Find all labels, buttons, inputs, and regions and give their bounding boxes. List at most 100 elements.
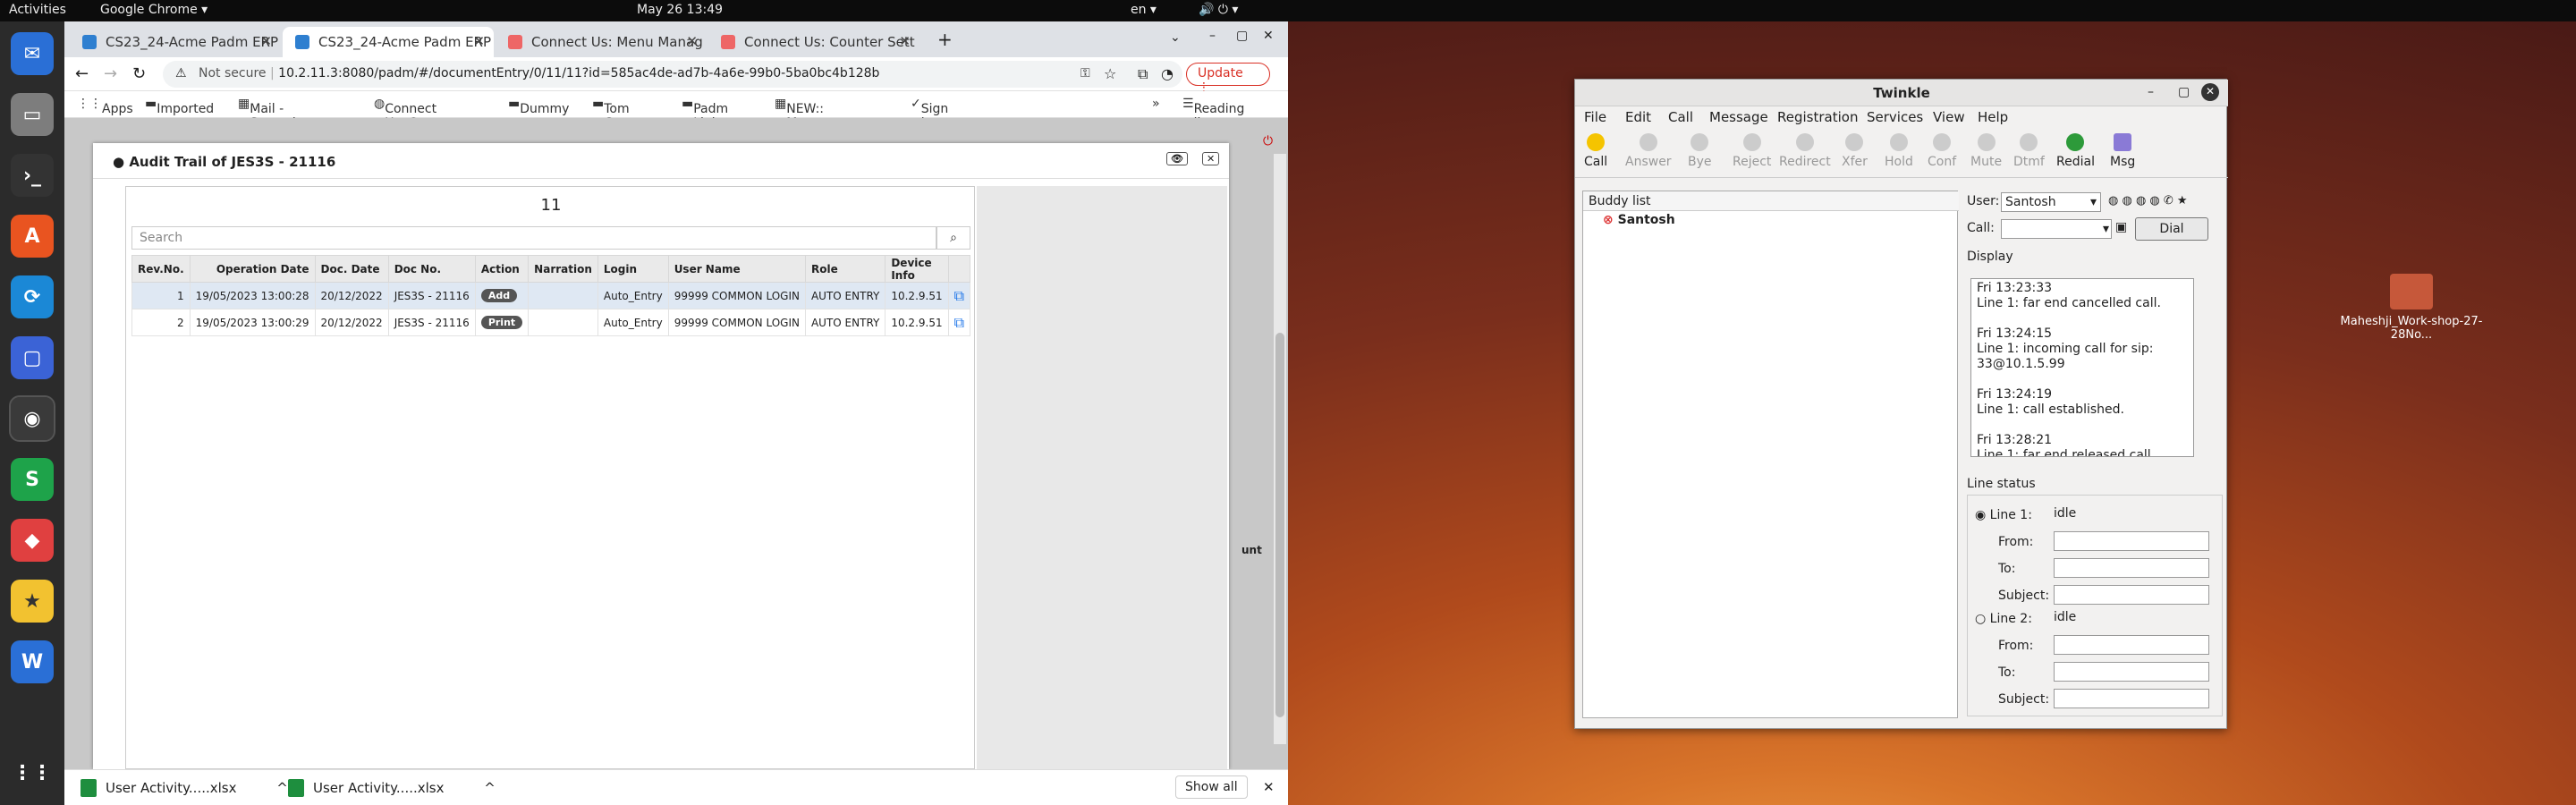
bookmark-dummy[interactable]: ▬ Dummy (508, 97, 569, 116)
line1-subject-field[interactable] (2054, 585, 2209, 605)
profile-icon[interactable]: ◔ (1161, 65, 1174, 82)
extensions-icon[interactable]: ⧉ (1138, 65, 1148, 83)
menu-help[interactable]: Help (1978, 109, 2008, 125)
column-header[interactable]: User Name (667, 255, 806, 283)
scrollbar[interactable] (1274, 154, 1286, 744)
star-app-icon[interactable]: ★ (11, 580, 54, 623)
dtmf-button[interactable]: Dtmf (2013, 130, 2045, 169)
desktop-folder[interactable]: Maheshji_Work-shop-27-28No... (2340, 274, 2483, 342)
search-icon[interactable]: ⌕ (936, 226, 970, 250)
bookmark-imported[interactable]: ▬ Imported (145, 97, 214, 116)
buddy-item[interactable]: ⊗ Santosh (1603, 213, 1675, 227)
bookmark-connect-us[interactable]: ◍ Connect Us: O... (374, 97, 436, 131)
menu-view[interactable]: View (1933, 109, 1965, 125)
language-indicator[interactable]: en ▾ (1131, 3, 1157, 17)
mute-button[interactable]: Mute (1970, 130, 2002, 169)
minimize-icon[interactable]: – (2148, 85, 2154, 99)
activities-button[interactable]: Activities (9, 3, 66, 17)
bookmark-padm-link[interactable]: ▬ Padm Link (682, 97, 728, 131)
address-book-icon[interactable]: ▣ (2115, 220, 2127, 234)
column-header[interactable]: Login (597, 255, 669, 283)
app-menu[interactable]: Google Chrome ▾ (100, 3, 208, 17)
menu-services[interactable]: Services (1867, 109, 1923, 125)
menu-registration[interactable]: Registration (1777, 109, 1858, 125)
screenshot-icon[interactable]: ▢ (11, 336, 54, 379)
files-icon[interactable]: ▭ (11, 93, 54, 136)
close-icon[interactable]: ✕ (260, 33, 272, 49)
line1-from-field[interactable] (2054, 531, 2209, 551)
more-bookmarks-icon[interactable]: » (1152, 97, 1160, 111)
forward-icon[interactable]: → (104, 64, 117, 83)
download-item[interactable]: User Activity.....xlsx ^ (275, 777, 535, 801)
tab-3[interactable]: Connect Us: Menu Manag ✕ (496, 27, 707, 57)
tab-2-active[interactable]: CS23_24-Acme Padm ERP ✕ (283, 27, 494, 57)
tab-1[interactable]: CS23_24-Acme Padm ERP ✕ (70, 27, 281, 57)
address-bar[interactable]: ⚠ Not secure | 10.2.11.3:8080/padm/#/doc… (163, 61, 1182, 88)
line1-to-field[interactable] (2054, 558, 2209, 578)
chevron-up-icon[interactable]: ^ (484, 780, 496, 796)
line1-radio[interactable]: ◉ Line 1: (1975, 508, 2032, 522)
table-row[interactable]: 2 19/05/2023 13:00:29 20/12/2022 JES3S -… (131, 309, 971, 336)
menu-file[interactable]: File (1584, 109, 1606, 125)
redirect-button[interactable]: Redirect (1779, 130, 1831, 169)
column-header[interactable]: Narration (528, 255, 598, 283)
software-icon[interactable]: A (11, 215, 54, 258)
menu-call[interactable]: Call (1668, 109, 1693, 125)
column-header[interactable]: Doc No. (387, 255, 476, 283)
show-all-button[interactable]: Show all (1175, 775, 1248, 799)
line2-radio[interactable]: ○ Line 2: (1975, 612, 2032, 626)
open-external-icon[interactable]: ⧉ (954, 314, 964, 331)
menu-message[interactable]: Message (1709, 109, 1768, 125)
chrome-icon[interactable]: ◉ (9, 395, 55, 442)
call-button[interactable]: Call (1584, 130, 1607, 169)
maximize-icon[interactable]: ▢ (2178, 85, 2190, 99)
remote-desktop-icon[interactable]: ⟳ (11, 275, 54, 318)
line2-subject-field[interactable] (2054, 689, 2209, 708)
tab-4[interactable]: Connect Us: Counter Sett ✕ (708, 27, 919, 57)
call-input[interactable]: ▾ (2001, 219, 2112, 239)
show-apps-icon[interactable]: ⋮⋮ (11, 751, 54, 794)
maximize-icon[interactable]: ▢ (1236, 29, 1248, 43)
power-icon[interactable]: ⏻ (1263, 134, 1273, 148)
close-icon[interactable]: ✕ (686, 33, 698, 49)
open-external-icon[interactable]: ⧉ (954, 287, 964, 304)
scrollbar-thumb[interactable] (1275, 333, 1284, 717)
line2-from-field[interactable] (2054, 635, 2209, 655)
status-icons[interactable]: ◍ ◍ ◍ ◍ ✆ ★ (2108, 194, 2188, 208)
line2-to-field[interactable] (2054, 662, 2209, 682)
new-tab-icon[interactable]: + (937, 29, 953, 50)
xfer-button[interactable]: Xfer (1842, 130, 1868, 169)
close-window-icon[interactable]: ✕ (1263, 29, 1274, 43)
close-icon[interactable]: ✕ (899, 33, 911, 49)
table-row[interactable]: 1 19/05/2023 13:00:28 20/12/2022 JES3S -… (131, 282, 971, 309)
bookmark-tomcat[interactable]: ▬ Tom Cat (592, 97, 630, 131)
spreadsheet-icon[interactable]: S (11, 458, 54, 501)
bookmark-mail[interactable]: ▦ Mail - Santosh... (238, 97, 312, 131)
close-icon[interactable]: ✕ (2201, 83, 2219, 101)
minimize-icon[interactable]: – (1209, 29, 1216, 43)
tab-search-icon[interactable]: ⌄ (1170, 30, 1181, 45)
user-select[interactable]: Santosh ▾ (2001, 192, 2101, 212)
system-tray-icons[interactable]: 🔊 ⏻ ▾ (1199, 3, 1238, 17)
bookmark-star-icon[interactable]: ☆ (1104, 65, 1116, 82)
clock[interactable]: May 26 13:49 (637, 3, 723, 17)
update-button[interactable]: Update ⋮ (1186, 63, 1270, 95)
column-header[interactable]: Rev.No. (131, 255, 191, 283)
close-icon[interactable]: ✕ (1263, 779, 1275, 795)
view-icon[interactable]: 👁 (1166, 152, 1188, 165)
conf-button[interactable]: Conf (1928, 130, 1956, 169)
bookmark-apps[interactable]: ⋮⋮ Apps (77, 97, 133, 116)
thunderbird-icon[interactable]: ✉ (11, 32, 54, 75)
msg-button[interactable]: Msg (2110, 130, 2135, 169)
column-header[interactable]: Device Info (885, 255, 949, 283)
key-icon[interactable]: ⚿ (1080, 66, 1090, 80)
dial-button[interactable]: Dial (2135, 217, 2208, 241)
column-header[interactable]: Action (474, 255, 530, 283)
reload-icon[interactable]: ↻ (132, 64, 146, 83)
redial-button[interactable]: Redial (2056, 130, 2095, 169)
bookmark-vasy[interactable]: ✓ Sign in to Vasy... (911, 97, 961, 145)
bookmark-my-task[interactable]: ▦ NEW:: My-Task :: (775, 97, 824, 159)
close-icon[interactable]: ✕ (1202, 152, 1220, 165)
reading-list[interactable]: ☰ Reading list (1182, 97, 1244, 131)
close-icon[interactable]: ✕ (473, 33, 485, 49)
